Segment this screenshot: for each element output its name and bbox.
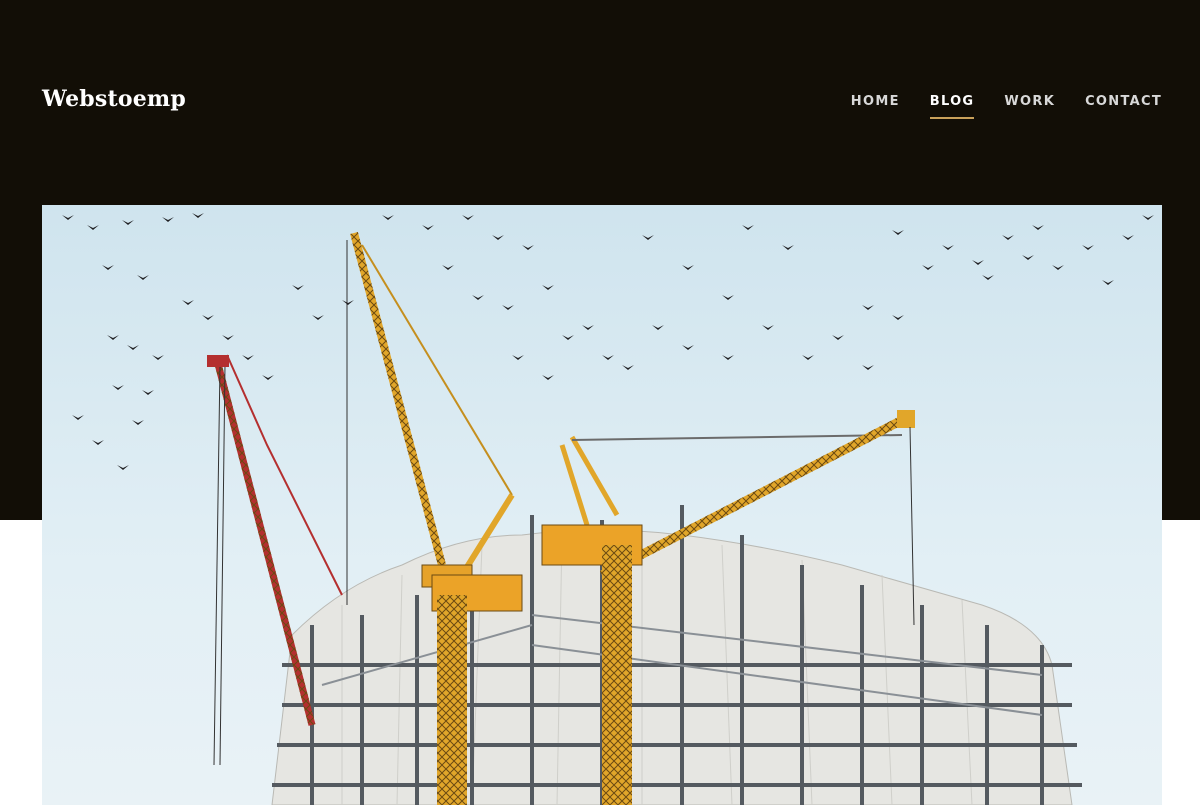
nav-item-contact[interactable]: CONTACT	[1085, 94, 1162, 119]
nav-item-home[interactable]: HOME	[851, 94, 900, 119]
featured-image	[42, 205, 1162, 805]
nav-item-work[interactable]: WORK	[1004, 94, 1055, 119]
construction-cranes-photo	[42, 205, 1162, 805]
nav-item-blog[interactable]: BLOG	[929, 94, 975, 119]
main-nav: HOME BLOG WORK CONTACT	[851, 94, 1162, 119]
site-logo-link[interactable]: Webstoemp	[42, 86, 186, 112]
